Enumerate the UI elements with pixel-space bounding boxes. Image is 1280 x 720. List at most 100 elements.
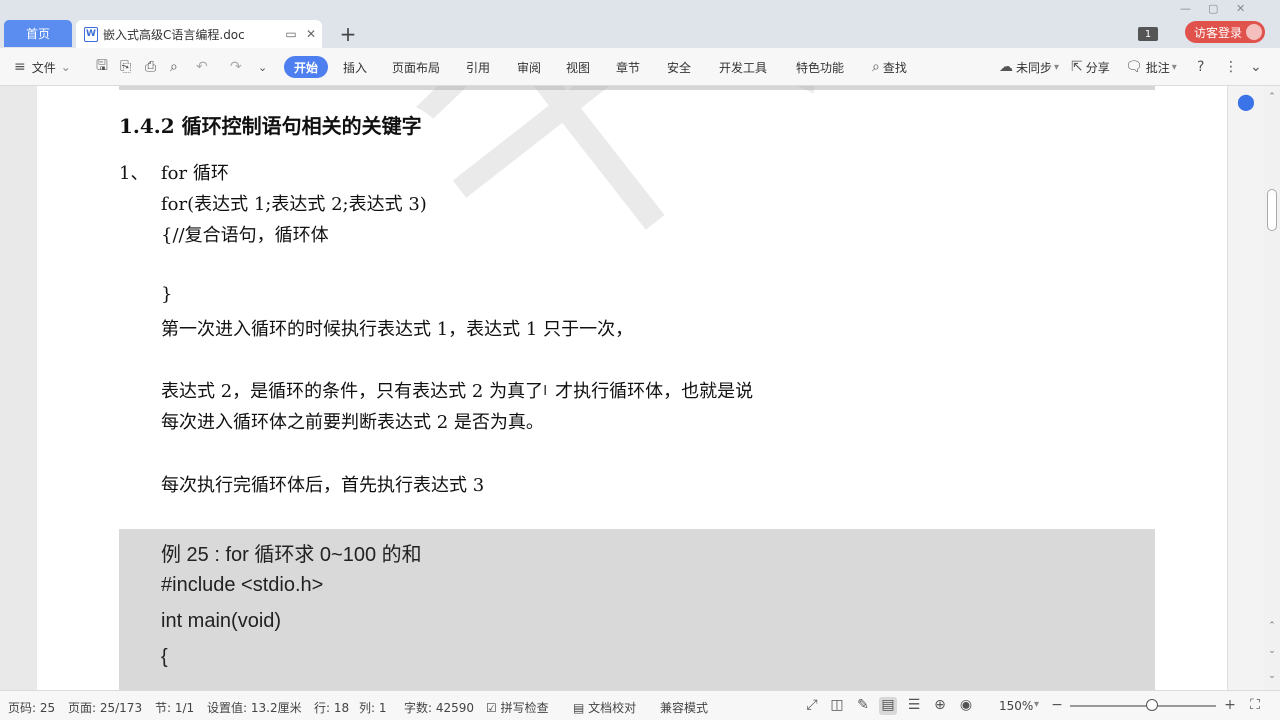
- body-line: 每次执行完循环体后，首先执行表达式 3: [161, 475, 485, 496]
- text-cursor-icon: Ⅰ: [543, 383, 548, 399]
- right-side-panel: ⬤: [1227, 86, 1264, 690]
- pen-icon[interactable]: ✎: [854, 697, 872, 715]
- hamburger-icon: ≡: [14, 59, 26, 75]
- body-line: {//复合语句，循环体: [161, 225, 329, 246]
- export-icon[interactable]: ⎘: [120, 58, 131, 76]
- tab-document[interactable]: W 嵌入式高级C语言编程.doc ▭ ✕: [76, 20, 322, 48]
- minimize-icon[interactable]: —: [1180, 2, 1191, 15]
- sync-dropdown-icon: ▾: [1054, 61, 1060, 73]
- share-label: 分享: [1085, 60, 1110, 75]
- body-line: }: [161, 284, 173, 305]
- redo-icon[interactable]: ↷: [230, 58, 242, 76]
- code-example-block: 例 25 : for 循环求 0~100 的和 #include <stdio.…: [119, 529, 1155, 690]
- file-menu[interactable]: ≡ 文件 ⌄: [14, 58, 71, 76]
- maximize-icon[interactable]: ▢: [1208, 2, 1218, 15]
- annotate-button[interactable]: 🗨 批注 ▾: [1125, 58, 1177, 76]
- zoom-slider-track[interactable]: [1070, 705, 1216, 707]
- sync-label: 未同步: [1016, 60, 1053, 75]
- status-setting[interactable]: 设置值: 13.2厘米: [207, 699, 302, 716]
- share-button[interactable]: ⇱ 分享: [1071, 58, 1110, 76]
- scroll-bottom-icon[interactable]: ⌄: [1267, 671, 1277, 683]
- body-line-with-cursor: 表达式 2，是循环的条件，只有表达式 2 为真了Ⅰ 才执行循环体，也就是说: [161, 377, 753, 403]
- tab-view[interactable]: 视图: [566, 58, 590, 76]
- tab-home[interactable]: 首页: [4, 20, 72, 47]
- code-line: int main(void): [161, 610, 282, 632]
- status-page[interactable]: 页面: 25/173: [68, 699, 142, 716]
- quick-access-dropdown-icon[interactable]: ⌄: [258, 58, 267, 76]
- zoom-out-icon[interactable]: −: [1048, 697, 1066, 715]
- file-menu-label: 文件: [31, 60, 56, 75]
- status-col[interactable]: 列: 1: [359, 699, 387, 716]
- undo-icon[interactable]: ↶: [196, 58, 208, 76]
- tab-insert[interactable]: 插入: [343, 58, 367, 76]
- tab-developer-tools[interactable]: 开发工具: [719, 58, 767, 76]
- tab-special-features[interactable]: 特色功能: [796, 58, 844, 76]
- scroll-down-icon[interactable]: ⌄: [1267, 646, 1277, 658]
- print-preview-icon[interactable]: ⌕: [170, 58, 178, 76]
- zoom-dropdown-icon[interactable]: ▾: [1034, 699, 1039, 710]
- body-line-part: 才执行循环体，也就是说: [555, 381, 754, 402]
- eye-protection-icon[interactable]: ◉: [957, 697, 975, 715]
- doc-proof-icon: ▤: [573, 701, 585, 715]
- status-row[interactable]: 行: 18: [314, 699, 349, 716]
- doc-proof-label: 文档校对: [588, 701, 637, 715]
- guest-login-button[interactable]: 访客登录: [1185, 21, 1265, 43]
- zoom-level[interactable]: 150%: [999, 699, 1033, 713]
- collapse-ribbon-icon[interactable]: ⌄: [1250, 58, 1262, 76]
- document-page[interactable]: 千锋教 1.4.2 循环控制语句相关的关键字 1、 for 循环 for(表达式…: [37, 86, 1227, 690]
- fit-window-icon[interactable]: ⛶: [1246, 697, 1264, 715]
- guest-login-label: 访客登录: [1194, 25, 1243, 40]
- chevron-down-icon: ⌄: [60, 60, 71, 74]
- notification-badge[interactable]: 1: [1138, 27, 1158, 41]
- body-line: for 循环: [161, 163, 229, 184]
- compat-mode-label: 兼容模式: [660, 701, 709, 715]
- cloud-icon: ☁: [999, 59, 1013, 75]
- reading-mode-icon[interactable]: ◫: [828, 697, 846, 715]
- spell-check-button[interactable]: ☑ 拼写检查: [486, 699, 549, 716]
- sync-button[interactable]: ☁ 未同步 ▾: [999, 58, 1059, 76]
- status-page-code[interactable]: 页码: 25: [8, 699, 55, 716]
- tab-page-layout[interactable]: 页面布局: [392, 58, 440, 76]
- print-icon[interactable]: ⎙: [145, 58, 156, 76]
- web-view-icon[interactable]: ⊕: [931, 697, 949, 715]
- status-section[interactable]: 节: 1/1: [155, 699, 194, 716]
- new-tab-plus-icon[interactable]: +: [336, 22, 360, 46]
- scroll-up-icon[interactable]: ⌃: [1267, 621, 1277, 633]
- tab-close-icon[interactable]: ✕: [302, 25, 320, 43]
- tab-start[interactable]: 开始: [284, 56, 328, 78]
- more-options-icon[interactable]: ⋮: [1224, 58, 1238, 76]
- doc-proof-button[interactable]: ▤ 文档校对: [573, 699, 636, 716]
- code-line: #include <stdio.h>: [161, 574, 324, 596]
- tab-references[interactable]: 引用: [466, 58, 490, 76]
- page-view-icon[interactable]: ▤: [879, 697, 897, 715]
- find-button[interactable]: ⌕ 查找: [872, 58, 907, 76]
- scrollbar-thumb[interactable]: [1267, 189, 1277, 231]
- status-word-count[interactable]: 字数: 42590: [404, 699, 474, 716]
- tab-restore-icon[interactable]: ▭: [282, 25, 300, 43]
- fullscreen-icon[interactable]: ⤢: [803, 697, 821, 715]
- tab-document-title: 嵌入式高级C语言编程.doc: [103, 27, 245, 42]
- location-pin-icon[interactable]: ⬤: [1236, 92, 1256, 112]
- help-icon[interactable]: ?: [1197, 58, 1204, 76]
- annotate-label: 批注: [1145, 60, 1170, 75]
- tab-review[interactable]: 审阅: [517, 58, 541, 76]
- tab-bar: 首页 W 嵌入式高级C语言编程.doc ▭ ✕ + — ▢ ✕ 1 访客登录: [0, 0, 1280, 48]
- spell-check-icon: ☑: [486, 701, 497, 715]
- tab-chapter[interactable]: 章节: [616, 58, 640, 76]
- tab-security[interactable]: 安全: [667, 58, 691, 76]
- vertical-scrollbar[interactable]: ⌃ ⌃ ⌄ ⌄: [1264, 86, 1280, 690]
- zoom-in-icon[interactable]: +: [1221, 697, 1239, 715]
- document-area[interactable]: 千锋教 1.4.2 循环控制语句相关的关键字 1、 for 循环 for(表达式…: [0, 86, 1264, 690]
- outline-view-icon[interactable]: ☰: [905, 697, 923, 715]
- save-icon[interactable]: 🖫: [96, 58, 108, 76]
- close-window-icon[interactable]: ✕: [1236, 2, 1245, 15]
- spell-check-label: 拼写检查: [500, 701, 549, 715]
- zoom-slider-knob[interactable]: [1146, 699, 1158, 711]
- scroll-top-icon[interactable]: ⌃: [1267, 92, 1277, 104]
- search-icon: ⌕: [872, 59, 880, 75]
- comment-icon: 🗨: [1125, 59, 1143, 75]
- list-number: 1、: [119, 163, 149, 184]
- share-icon: ⇱: [1071, 59, 1083, 75]
- status-bar: 页码: 25 页面: 25/173 节: 1/1 设置值: 13.2厘米 行: …: [0, 690, 1280, 720]
- body-line: 每次进入循环体之前要判断表达式 2 是否为真。: [161, 412, 544, 433]
